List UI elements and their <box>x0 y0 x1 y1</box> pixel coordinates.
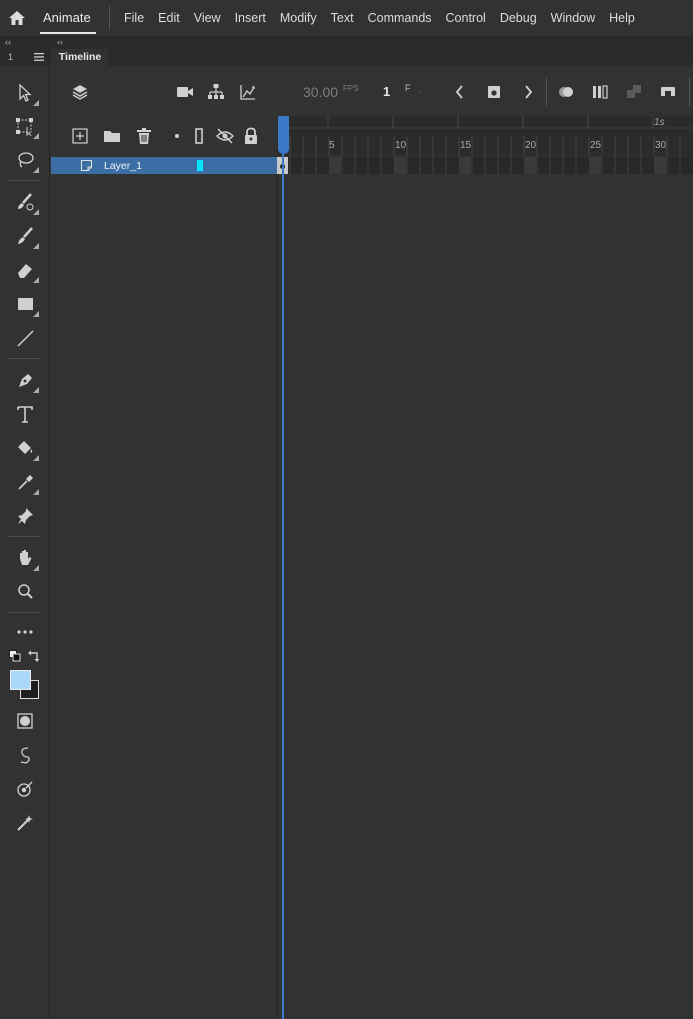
menu-items: File Edit View Insert Modify Text Comman… <box>117 0 642 36</box>
hamburger-icon[interactable] <box>34 53 44 61</box>
layers-empty-area <box>51 175 278 1019</box>
app-name-underline <box>40 32 96 34</box>
ruler-label: 15 <box>460 140 472 151</box>
frame-unit-dot: · <box>418 87 421 97</box>
menu-divider <box>109 6 110 30</box>
frame-unit: F <box>405 83 411 93</box>
menu-control[interactable]: Control <box>439 11 493 25</box>
insert-blank-keyframe-icon[interactable] <box>658 82 678 102</box>
more-tools-icon[interactable] <box>14 621 36 643</box>
previous-keyframe-icon[interactable] <box>450 82 470 102</box>
seconds-marker: 1s <box>654 117 665 128</box>
next-keyframe-icon[interactable] <box>518 82 538 102</box>
menu-debug[interactable]: Debug <box>493 11 544 25</box>
object-drawing-mode-icon[interactable] <box>14 710 36 732</box>
layer-parenting-icon[interactable] <box>206 82 226 102</box>
eyedropper-tool-icon[interactable] <box>14 471 39 495</box>
fill-color-swatch[interactable] <box>10 670 31 690</box>
edit-multiple-frames-icon[interactable] <box>590 82 610 102</box>
onion-skin-icon[interactable] <box>556 82 576 102</box>
collapse-timeline-button[interactable]: ‹‹ <box>57 37 63 47</box>
ruler-label: 20 <box>525 140 537 151</box>
collapse-toolbar-button[interactable]: ‹‹ <box>5 37 11 47</box>
menu-text[interactable]: Text <box>324 11 361 25</box>
delete-layer-icon[interactable] <box>134 126 154 146</box>
layer-name[interactable]: Layer_1 <box>104 160 142 172</box>
hand-tool-icon[interactable] <box>14 547 39 571</box>
paint-brush-tool-icon[interactable] <box>14 191 39 215</box>
frames-empty-area <box>278 175 693 1019</box>
tools-count: 1 <box>8 52 14 62</box>
swap-colors-icon[interactable] <box>28 650 40 662</box>
ruler-label: 5 <box>329 140 335 151</box>
tool-separator <box>8 358 40 359</box>
smooth-icon[interactable] <box>14 744 36 766</box>
selection-tool-icon[interactable] <box>14 82 39 106</box>
eraser-tool-icon[interactable] <box>14 259 39 283</box>
new-layer-icon[interactable] <box>70 126 90 146</box>
ruler-label: 25 <box>590 140 602 151</box>
show-layers-icon[interactable] <box>70 82 90 102</box>
lock-all-layers-icon[interactable] <box>241 126 261 146</box>
fps-unit: FPS <box>343 84 359 93</box>
paint-bucket-tool-icon[interactable] <box>14 437 39 461</box>
menu-edit[interactable]: Edit <box>151 11 187 25</box>
text-tool-icon[interactable] <box>14 403 36 425</box>
snap-to-objects-icon[interactable] <box>14 778 36 800</box>
tab-timeline[interactable]: Timeline <box>52 49 108 66</box>
line-tool-icon[interactable] <box>14 327 36 349</box>
playhead-line[interactable] <box>282 154 284 1019</box>
layer-outline-color[interactable] <box>197 160 203 171</box>
layer-frames[interactable] <box>277 157 693 174</box>
show-outlines-icon[interactable] <box>189 126 209 146</box>
panel-tab-bar <box>51 49 693 66</box>
panel-collapse-strip <box>0 37 693 49</box>
home-icon[interactable] <box>7 8 27 28</box>
menu-commands[interactable]: Commands <box>361 11 439 25</box>
zoom-tool-icon[interactable] <box>14 581 36 603</box>
lasso-tool-icon[interactable] <box>14 149 39 173</box>
current-frame[interactable]: 1 <box>383 84 390 99</box>
insert-keyframe-icon[interactable] <box>484 82 504 102</box>
menu-file[interactable]: File <box>117 11 151 25</box>
default-colors-icon[interactable] <box>9 650 21 662</box>
layer-type-icon <box>80 159 93 172</box>
playhead-handle[interactable] <box>278 116 289 154</box>
menu-view[interactable]: View <box>187 11 228 25</box>
rectangle-tool-icon[interactable] <box>14 293 39 317</box>
ruler-label: 30 <box>655 140 667 151</box>
pen-tool-icon[interactable] <box>14 369 39 393</box>
new-folder-icon[interactable] <box>102 126 122 146</box>
fps-value[interactable]: 30.00 <box>303 84 338 100</box>
header-divider <box>546 78 547 106</box>
graph-icon[interactable] <box>238 82 258 102</box>
menu-help[interactable]: Help <box>602 11 642 25</box>
ruler-label: 10 <box>395 140 407 151</box>
app-name[interactable]: Animate <box>43 10 91 25</box>
menu-bar: Animate File Edit View Insert Modify Tex… <box>0 0 693 36</box>
camera-icon[interactable] <box>175 82 195 102</box>
menu-insert[interactable]: Insert <box>228 11 273 25</box>
tool-separator <box>8 180 40 181</box>
pin-tool-icon[interactable] <box>14 505 36 527</box>
free-transform-tool-icon[interactable] <box>14 115 39 139</box>
tool-separator <box>8 612 40 613</box>
header-divider <box>689 78 690 106</box>
menu-modify[interactable]: Modify <box>273 11 324 25</box>
menu-window[interactable]: Window <box>544 11 602 25</box>
tool-separator <box>8 536 40 537</box>
brush-tool-icon[interactable] <box>14 225 39 249</box>
frame-ruler[interactable] <box>277 116 693 156</box>
magic-wand-icon[interactable] <box>14 812 36 834</box>
create-tween-icon <box>624 82 644 102</box>
highlight-layers-icon[interactable] <box>167 126 187 146</box>
hide-all-layers-icon[interactable] <box>215 126 235 146</box>
